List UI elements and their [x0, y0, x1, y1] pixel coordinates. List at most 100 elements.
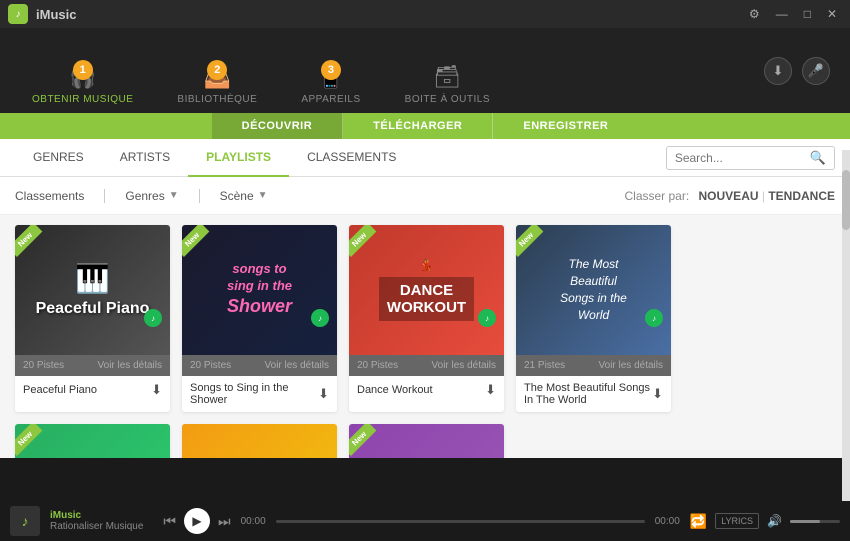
scene-chevron-icon: ▼ [258, 190, 268, 201]
enregistrer-button[interactable]: ENREGISTRER [493, 113, 638, 139]
card-overlay-text-2: songs tosing in theShower [227, 261, 292, 318]
player-thumbnail: ♪ [10, 506, 40, 536]
subnav-genres[interactable]: GENRES [15, 139, 102, 177]
scrollbar[interactable] [842, 150, 850, 501]
repeat-icon[interactable]: 🔁 [690, 513, 707, 530]
card-info-2: Songs to Sing in the Shower ⬇ [182, 376, 337, 412]
card-image-5: New 🚗 FamilyRoad Trip [15, 424, 170, 458]
tab-outils[interactable]: 🗃 BOITE À OUTILS [383, 56, 512, 113]
volume-icon[interactable]: 🔊 [767, 514, 782, 528]
app-logo: ♪ [8, 4, 28, 24]
playlist-card-2[interactable]: New songs tosing in theShower ♪ 20 Piste… [182, 225, 337, 412]
spotify-icon-4: ♪ [645, 309, 663, 327]
card-image-1: New 🎹 Peaceful Piano ♪ [15, 225, 170, 355]
spotify-icon-2: ♪ [311, 309, 329, 327]
player-track-name: Rationaliser Musique [50, 521, 143, 532]
player-bar: ♪ iMusic Rationaliser Musique ⏮ ▶ ⏭ 00:0… [0, 501, 850, 541]
card-footer-1: 20 Pistes Voir les détails [15, 355, 170, 376]
player-info: iMusic Rationaliser Musique [50, 510, 143, 532]
card-overlay-text-3: DANCEWORKOUT [379, 277, 474, 321]
filter-bar: Classements Genres ▼ Scène ▼ Classer par… [0, 177, 850, 215]
settings-icon[interactable]: ⚙ [744, 5, 765, 23]
next-button[interactable]: ⏭ [218, 513, 231, 530]
sort-label: Classer par: NOUVEAU | TENDANCE [624, 189, 835, 203]
search-box: 🔍 [666, 146, 835, 170]
card-image-6: 👶 [182, 424, 337, 458]
download-icon-button[interactable]: ⬇ [764, 57, 792, 85]
prev-button[interactable]: ⏮ [163, 513, 176, 530]
close-button[interactable]: ✕ [822, 5, 842, 23]
header: 1 🎧 OBTENIR MUSIQUE 2 📥 BIBLIOTHÈQUE 3 📱… [0, 28, 850, 113]
playlist-card-7[interactable]: New Wake Upand Smell 22 Pistes Voir les … [349, 424, 504, 458]
mic-icon-button[interactable]: 🎤 [802, 57, 830, 85]
volume-fill [790, 520, 820, 523]
card-footer-4: 21 Pistes Voir les détails [516, 355, 671, 376]
search-input[interactable] [675, 151, 805, 165]
playlist-card-6[interactable]: 👶 15 Pistes Voir les détails Kids Songs … [182, 424, 337, 458]
search-icon[interactable]: 🔍 [810, 150, 826, 166]
download-icon-2[interactable]: ⬇ [318, 386, 329, 402]
telecharger-button[interactable]: TÉLÉCHARGER [343, 113, 493, 139]
player-right-controls: 🔁 LYRICS 🔊 [690, 513, 840, 530]
filter-scene[interactable]: Scène ▼ [220, 189, 268, 203]
card-title-2: Songs to Sing in the Shower [190, 382, 318, 406]
playlist-card-4[interactable]: New The MostBeautifulSongs in theWorld ♪… [516, 225, 671, 412]
card-tracks-3: 20 Pistes [357, 360, 398, 371]
download-icon-3[interactable]: ⬇ [485, 382, 496, 398]
subnav-playlists[interactable]: PLAYLISTS [188, 139, 289, 177]
maximize-button[interactable]: □ [799, 5, 816, 23]
card-details-1[interactable]: Voir les détails [98, 360, 162, 371]
scrollbar-thumb[interactable] [842, 170, 850, 230]
lyrics-button[interactable]: LYRICS [715, 513, 759, 529]
subnav-artists[interactable]: ARTISTS [102, 139, 188, 177]
tab-appareils[interactable]: 3 📱 APPAREILS [279, 56, 382, 113]
card-image-2: New songs tosing in theShower ♪ [182, 225, 337, 355]
tab-outils-label: BOITE À OUTILS [405, 94, 490, 105]
filter-genres[interactable]: Genres ▼ [125, 189, 178, 203]
card-title-1: Peaceful Piano [23, 384, 151, 396]
badge-2: 2 [207, 60, 227, 80]
subnav-classements[interactable]: CLASSEMENTS [289, 139, 414, 177]
sort-nouveau[interactable]: NOUVEAU [699, 189, 759, 203]
card-footer-2: 20 Pistes Voir les détails [182, 355, 337, 376]
download-icon-1[interactable]: ⬇ [151, 382, 162, 398]
player-app-name: iMusic [50, 510, 143, 521]
card-info-4: The Most Beautiful Songs In The World ⬇ [516, 376, 671, 412]
card-info-3: Dance Workout ⬇ [349, 376, 504, 404]
badge-1: 1 [73, 60, 93, 80]
genres-chevron-icon: ▼ [169, 190, 179, 201]
card-image-7: New Wake Upand Smell [349, 424, 504, 458]
tab-obtenir-musique[interactable]: 1 🎧 OBTENIR MUSIQUE [10, 56, 155, 113]
decouvrir-button[interactable]: DÉCOUVRIR [212, 113, 344, 139]
playlist-card-1[interactable]: New 🎹 Peaceful Piano ♪ 20 Pistes Voir le… [15, 225, 170, 412]
sort-tendance[interactable]: TENDANCE [768, 189, 835, 203]
card-overlay-text-4: The MostBeautifulSongs in theWorld [560, 256, 627, 323]
spotify-icon-1: ♪ [144, 309, 162, 327]
tab-bibliotheque-label: BIBLIOTHÈQUE [177, 94, 257, 105]
play-button[interactable]: ▶ [184, 508, 210, 534]
minimize-button[interactable]: — [771, 5, 793, 23]
time-total: 00:00 [655, 516, 680, 527]
progress-bar[interactable] [276, 520, 645, 523]
playlist-card-5[interactable]: New 🚗 FamilyRoad Trip 18 Pistes Voir les… [15, 424, 170, 458]
filter-classements[interactable]: Classements [15, 189, 84, 203]
title-bar-controls: ⚙ — □ ✕ [744, 5, 842, 23]
card-details-2[interactable]: Voir les détails [265, 360, 329, 371]
card-details-3[interactable]: Voir les détails [432, 360, 496, 371]
card-image-4: New The MostBeautifulSongs in theWorld ♪ [516, 225, 671, 355]
tools-icon: 🗃 [433, 64, 461, 90]
volume-bar[interactable] [790, 520, 840, 523]
filter-separator-2 [199, 189, 200, 203]
card-details-4[interactable]: Voir les détails [599, 360, 663, 371]
download-icon-4[interactable]: ⬇ [652, 386, 663, 402]
card-tracks-1: 20 Pistes [23, 360, 64, 371]
card-title-4: The Most Beautiful Songs In The World [524, 382, 652, 406]
header-right: ⬇ 🎤 [764, 57, 830, 85]
player-controls: ⏮ ▶ ⏭ [163, 508, 230, 534]
playlist-card-3[interactable]: New 💃 DANCEWORKOUT ♪ 20 Pistes Voir les … [349, 225, 504, 412]
filter-separator-1 [104, 189, 105, 203]
card-tracks-2: 20 Pistes [190, 360, 231, 371]
badge-3: 3 [321, 60, 341, 80]
tab-bibliotheque[interactable]: 2 📥 BIBLIOTHÈQUE [155, 56, 279, 113]
app-name: iMusic [36, 7, 76, 22]
